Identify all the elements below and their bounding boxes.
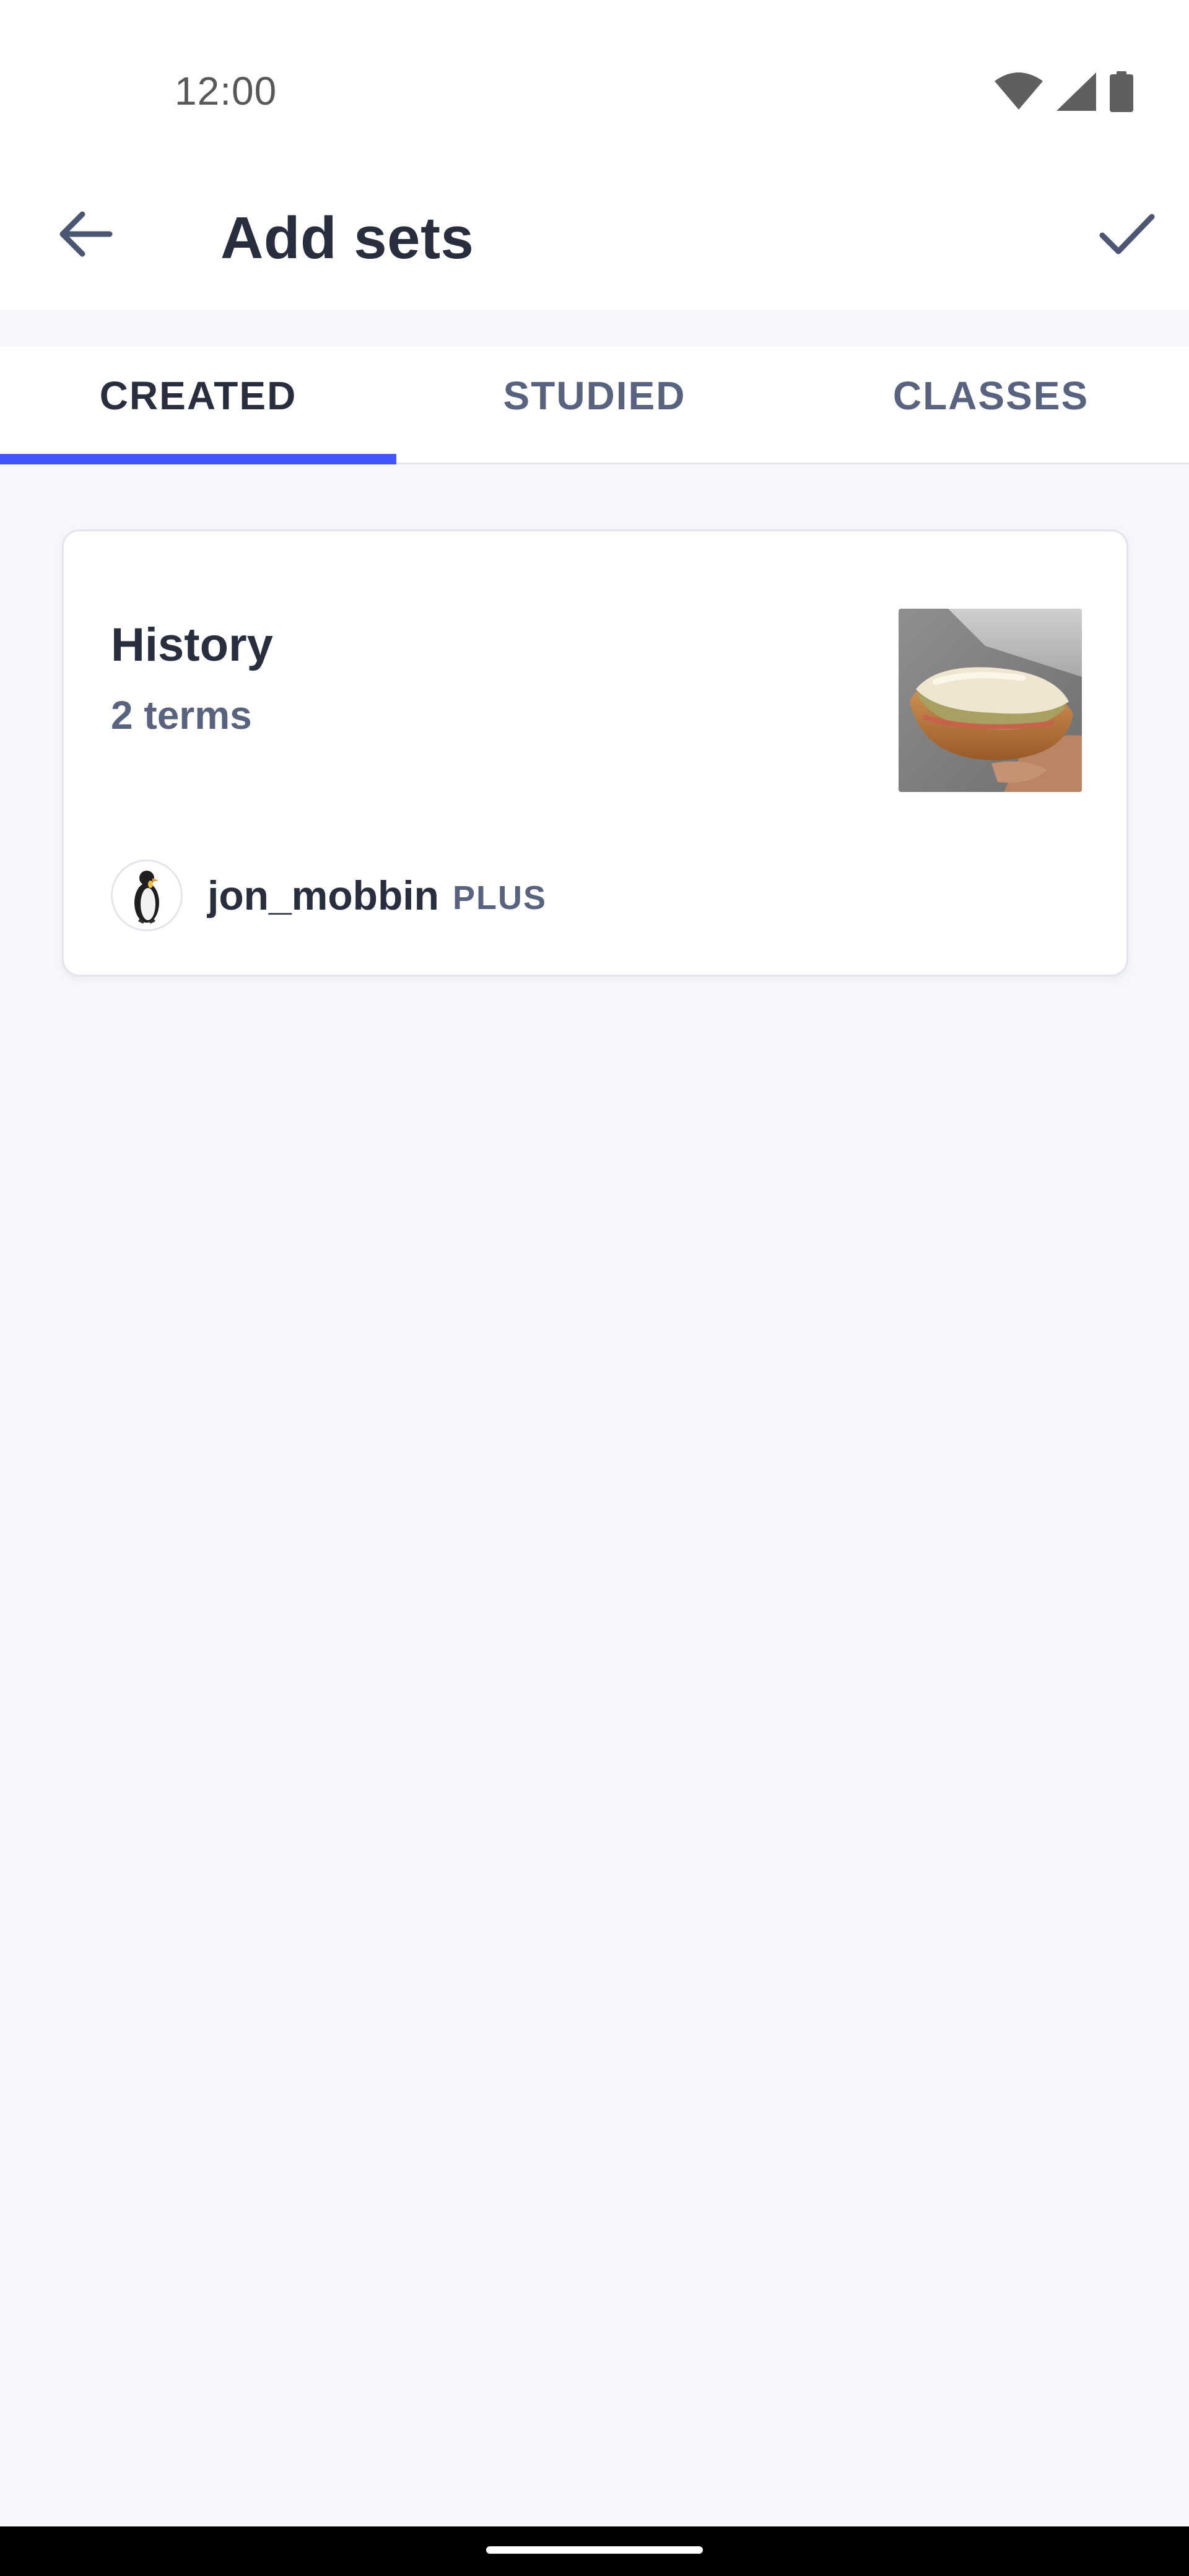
system-navigation-bar: [0, 2526, 1189, 2576]
arrow-left-icon: [58, 209, 113, 262]
check-icon: [1099, 212, 1156, 259]
tab-studied[interactable]: STUDIED: [396, 347, 793, 463]
penguin-avatar: [134, 871, 159, 924]
author-username: jon_mobbin: [207, 872, 439, 918]
battery-icon: [1110, 71, 1133, 112]
cellular-signal-icon: [1056, 72, 1096, 111]
set-thumbnail: [899, 609, 1082, 792]
page-title: Add sets: [220, 205, 474, 271]
avatar: [111, 859, 183, 931]
app-bar: Add sets: [0, 180, 1189, 310]
set-title: History: [111, 619, 273, 671]
status-icons: [995, 71, 1133, 112]
tab-created[interactable]: CREATED: [0, 347, 396, 464]
wifi-icon: [995, 72, 1043, 111]
set-card[interactable]: History 2 terms jon_mobbin PLUS: [62, 529, 1128, 977]
plus-badge: PLUS: [452, 879, 547, 916]
done-button[interactable]: [1090, 198, 1164, 272]
home-indicator[interactable]: [486, 2546, 703, 2554]
tab-classes[interactable]: CLASSES: [793, 347, 1189, 463]
tab-bar: CREATED STUDIED CLASSES: [0, 347, 1189, 464]
hot-dog-image: [899, 609, 1082, 792]
status-time: 12:00: [175, 69, 277, 113]
set-term-count: 2 terms: [111, 693, 252, 738]
author-row: jon_mobbin PLUS: [111, 859, 547, 931]
status-bar: 12:00: [0, 0, 1189, 180]
screen: 12:00 Add sets CREATED STUDIED CLASSES H…: [0, 0, 1189, 2576]
back-button[interactable]: [48, 198, 123, 272]
